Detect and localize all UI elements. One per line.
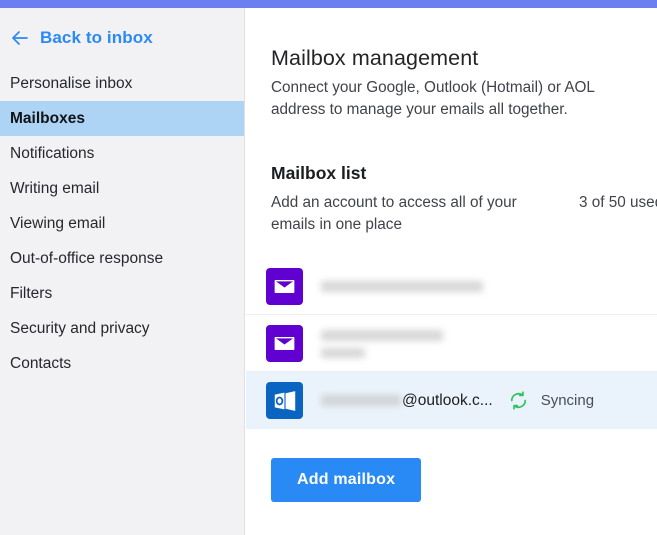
- mailbox-usage-count: 3 of 50 used: [579, 194, 657, 211]
- sidebar-item-label: Writing email: [10, 179, 100, 197]
- sidebar-item-label: Filters: [10, 284, 53, 302]
- mailbox-row[interactable]: [246, 315, 657, 372]
- mailbox-email: [321, 329, 443, 341]
- sidebar-item-label: Personalise inbox: [10, 74, 133, 92]
- settings-sidebar: Back to inbox Personalise inbox Mailboxe…: [0, 8, 245, 535]
- page-subtitle: Connect your Google, Outlook (Hotmail) o…: [271, 79, 595, 118]
- add-mailbox-button[interactable]: Add mailbox: [271, 458, 422, 502]
- sidebar-item-security-and-privacy[interactable]: Security and privacy: [0, 311, 244, 346]
- mailbox-management-panel: Mailbox management Connect your Google, …: [246, 8, 657, 535]
- mailbox-status: Syncing: [509, 391, 594, 410]
- outlook-icon: [266, 382, 303, 419]
- mailbox-row-text: [321, 281, 483, 292]
- mailbox-list-description: Add an account to access all of your ema…: [271, 194, 517, 233]
- settings-page: Back to inbox Personalise inbox Mailboxe…: [0, 0, 657, 535]
- back-to-inbox-link[interactable]: Back to inbox: [0, 8, 244, 66]
- arrow-left-icon: [10, 28, 30, 48]
- sidebar-item-contacts[interactable]: Contacts: [0, 346, 244, 381]
- sidebar-item-notifications[interactable]: Notifications: [0, 136, 244, 171]
- sidebar-item-label: Security and privacy: [10, 319, 150, 337]
- redacted-email: [321, 395, 401, 406]
- sync-status-label: Syncing: [540, 392, 595, 409]
- mailbox-row[interactable]: [246, 258, 657, 315]
- mailbox-row-text: [321, 329, 443, 358]
- sidebar-item-personalise-inbox[interactable]: Personalise inbox: [0, 66, 244, 101]
- mailbox-list-subheader: Add an account to access all of your ema…: [246, 184, 657, 236]
- mailbox-email: [321, 281, 483, 292]
- mailbox-list: @outlook.c... Syncing: [246, 258, 657, 429]
- sidebar-item-writing-email[interactable]: Writing email: [0, 171, 244, 206]
- sidebar-item-label: Notifications: [10, 144, 95, 162]
- sidebar-item-label: Out-of-office response: [10, 249, 164, 267]
- sidebar-item-label: Contacts: [10, 354, 72, 372]
- redacted-email: [321, 281, 483, 292]
- envelope-icon: [266, 268, 303, 305]
- back-to-inbox-label: Back to inbox: [40, 28, 153, 47]
- top-accent-bar: [0, 0, 657, 8]
- sidebar-item-mailboxes[interactable]: Mailboxes: [0, 101, 244, 136]
- envelope-icon: [266, 325, 303, 362]
- page-title: Mailbox management: [271, 46, 479, 70]
- sidebar-item-out-of-office-response[interactable]: Out-of-office response: [0, 241, 244, 276]
- mailbox-row[interactable]: @outlook.c... Syncing: [246, 372, 657, 429]
- add-mailbox-row: Add mailbox: [246, 429, 657, 502]
- sidebar-item-label: Viewing email: [10, 214, 106, 232]
- mailbox-email: @outlook.c...: [321, 392, 493, 410]
- mailbox-email-domain: @outlook.c...: [402, 391, 493, 409]
- redacted-alias: [321, 347, 365, 358]
- sidebar-item-viewing-email[interactable]: Viewing email: [0, 206, 244, 241]
- settings-nav-list: Personalise inbox Mailboxes Notification…: [0, 66, 244, 381]
- sync-icon: [509, 391, 528, 410]
- redacted-email: [321, 329, 443, 341]
- sidebar-item-label: Mailboxes: [10, 109, 85, 127]
- mailbox-list-heading: Mailbox list: [271, 163, 367, 183]
- sidebar-item-filters[interactable]: Filters: [0, 276, 244, 311]
- mailbox-row-text: @outlook.c...: [321, 392, 493, 410]
